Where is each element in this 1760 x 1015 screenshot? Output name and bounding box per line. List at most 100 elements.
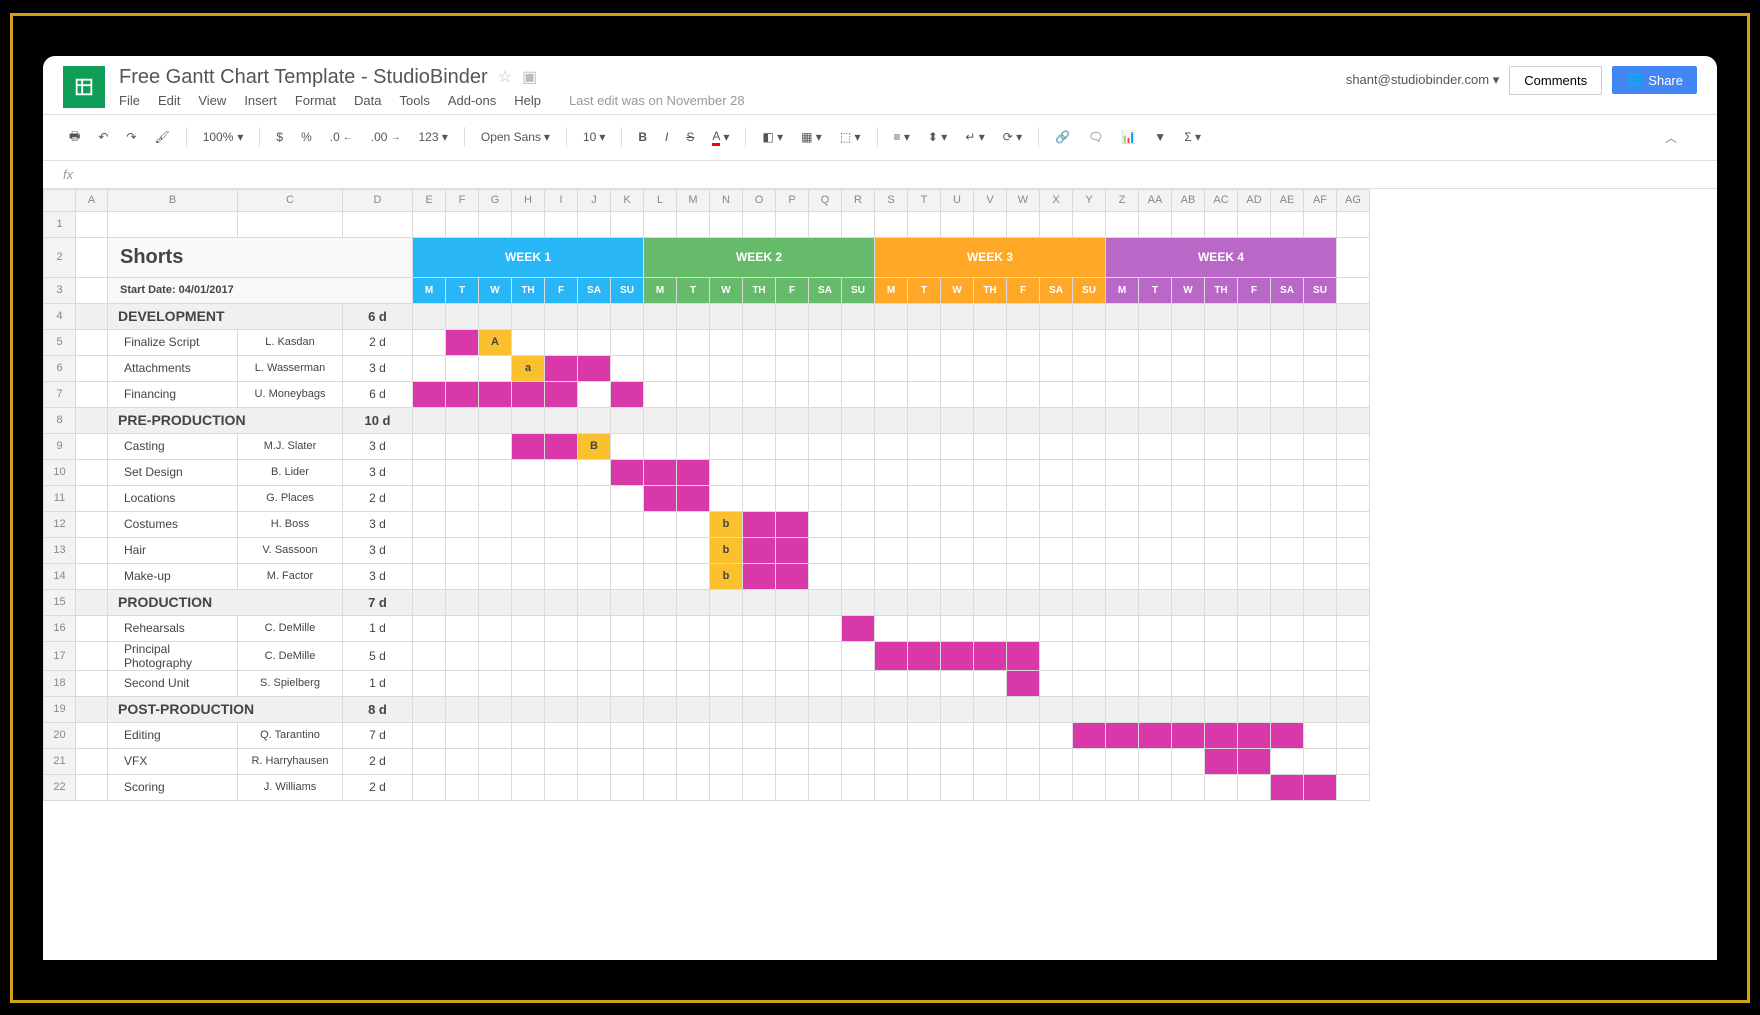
currency-button[interactable]: $ [270,126,289,148]
cell[interactable] [76,277,108,303]
gantt-cell[interactable] [875,615,908,641]
gantt-cell[interactable] [611,459,644,485]
gantt-cell[interactable] [1106,433,1139,459]
gantt-cell[interactable] [710,722,743,748]
gantt-cell[interactable] [809,485,842,511]
gantt-cell[interactable] [578,355,611,381]
gantt-cell[interactable] [677,485,710,511]
cell[interactable] [76,563,108,589]
gantt-cell[interactable] [479,433,512,459]
gantt-cell[interactable] [908,407,941,433]
gantt-cell[interactable] [1172,303,1205,329]
gantt-cell[interactable] [578,722,611,748]
gantt-cell[interactable] [842,563,875,589]
gantt-cell[interactable] [1238,696,1271,722]
gantt-cell[interactable] [446,485,479,511]
day-header[interactable]: TH [512,277,545,303]
gantt-cell[interactable] [479,670,512,696]
task-person-cell[interactable]: L. Wasserman [238,355,343,381]
gantt-cell[interactable] [1304,589,1337,615]
gantt-cell[interactable] [1007,537,1040,563]
gantt-cell[interactable] [479,615,512,641]
gantt-cell[interactable] [842,485,875,511]
day-header[interactable]: W [479,277,512,303]
cell[interactable] [76,748,108,774]
gantt-cell[interactable] [743,774,776,800]
gantt-cell[interactable] [1205,774,1238,800]
borders-icon[interactable]: ▦ ▾ [795,126,828,148]
strike-button[interactable]: S [680,126,700,148]
gantt-cell[interactable] [512,641,545,670]
gantt-cell[interactable] [1007,748,1040,774]
gantt-cell[interactable] [446,537,479,563]
day-header[interactable]: T [677,277,710,303]
cell[interactable] [238,211,343,237]
day-header[interactable]: T [1139,277,1172,303]
cell[interactable] [1139,211,1172,237]
gantt-cell[interactable] [776,407,809,433]
gantt-cell[interactable] [842,355,875,381]
gantt-cell[interactable] [644,407,677,433]
cell[interactable] [76,237,108,277]
col-header-L[interactable]: L [644,189,677,211]
gantt-cell[interactable] [776,696,809,722]
gantt-cell[interactable] [1238,722,1271,748]
gantt-cell[interactable] [1304,355,1337,381]
col-header-A[interactable]: A [76,189,108,211]
gantt-cell[interactable] [1139,485,1172,511]
col-header-D[interactable]: D [343,189,413,211]
gantt-cell[interactable] [1073,407,1106,433]
day-header[interactable]: SU [842,277,875,303]
cell[interactable] [76,211,108,237]
gantt-cell[interactable] [611,303,644,329]
gantt-cell[interactable] [1007,696,1040,722]
gantt-cell[interactable] [479,563,512,589]
task-person-cell[interactable]: S. Spielberg [238,670,343,696]
gantt-cell[interactable] [413,303,446,329]
gantt-cell[interactable] [743,696,776,722]
gantt-cell[interactable] [1238,355,1271,381]
task-person-cell[interactable]: U. Moneybags [238,381,343,407]
gantt-cell[interactable] [545,303,578,329]
gantt-cell[interactable] [710,355,743,381]
gantt-cell[interactable] [1139,459,1172,485]
gantt-cell[interactable] [446,641,479,670]
percent-button[interactable]: % [295,126,318,148]
day-header[interactable]: M [413,277,446,303]
gantt-cell[interactable] [578,303,611,329]
gantt-cell[interactable] [446,381,479,407]
gantt-cell[interactable] [1172,381,1205,407]
gantt-cell[interactable] [1106,459,1139,485]
gantt-cell[interactable] [809,774,842,800]
gantt-cell[interactable] [809,563,842,589]
gantt-cell[interactable] [1073,670,1106,696]
gantt-cell[interactable] [1172,589,1205,615]
week-header-2[interactable]: WEEK 2 [644,237,875,277]
gantt-cell[interactable] [974,696,1007,722]
gantt-cell[interactable] [545,459,578,485]
col-header-M[interactable]: M [677,189,710,211]
gantt-cell[interactable] [479,774,512,800]
filter-icon[interactable]: ▼ [1148,126,1172,148]
gantt-cell[interactable] [710,303,743,329]
gantt-cell[interactable] [413,641,446,670]
day-header[interactable]: F [545,277,578,303]
phase-name-cell[interactable]: PRODUCTION [108,589,343,615]
gantt-cell[interactable] [743,563,776,589]
gantt-cell[interactable] [875,485,908,511]
cell[interactable] [1106,211,1139,237]
gantt-cell[interactable] [1271,774,1304,800]
gantt-cell[interactable] [974,615,1007,641]
week-header-4[interactable]: WEEK 4 [1106,237,1337,277]
gantt-cell[interactable] [1040,670,1073,696]
print-icon[interactable]: 🖶 [63,123,86,152]
gantt-cell[interactable] [1040,748,1073,774]
gantt-cell[interactable] [1172,696,1205,722]
gantt-cell[interactable] [842,696,875,722]
gantt-cell[interactable] [1040,722,1073,748]
cell[interactable] [479,211,512,237]
task-duration-cell[interactable]: 5 d [343,641,413,670]
gantt-cell[interactable] [941,615,974,641]
cell[interactable] [1337,211,1370,237]
gantt-cell[interactable] [974,355,1007,381]
